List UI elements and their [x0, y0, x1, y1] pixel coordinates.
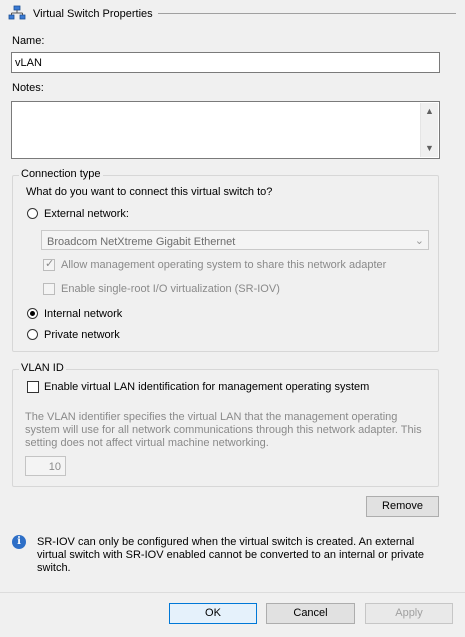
- notes-textarea[interactable]: ▲ ▼: [11, 101, 440, 159]
- info-line-3: switch.: [37, 562, 71, 574]
- footer-divider: [0, 592, 465, 593]
- vlan-description-line-2: system will use for all network communic…: [25, 424, 422, 436]
- info-icon: i: [12, 535, 26, 549]
- name-label: Name:: [12, 35, 45, 47]
- sriov-label[interactable]: Enable single-root I/O virtualization (S…: [61, 282, 280, 296]
- apply-button[interactable]: Apply: [365, 603, 453, 624]
- vlan-description-line-3: setting does not affect virtual machine …: [25, 437, 269, 449]
- name-input[interactable]: vLAN: [11, 52, 440, 73]
- cancel-button[interactable]: Cancel: [266, 603, 355, 624]
- vlan-id-value: 10: [48, 461, 61, 473]
- header-divider: [158, 13, 456, 14]
- private-network-radio[interactable]: [27, 329, 38, 340]
- external-network-radio[interactable]: [27, 208, 38, 219]
- remove-button[interactable]: Remove: [366, 496, 439, 517]
- allow-management-checkbox[interactable]: ✓: [43, 258, 55, 271]
- scroll-up-icon[interactable]: ▲: [421, 103, 438, 120]
- allow-management-label[interactable]: Allow management operating system to sha…: [61, 258, 386, 272]
- external-network-label[interactable]: External network:: [44, 207, 129, 221]
- adapter-dropdown[interactable]: Broadcom NetXtreme Gigabit Ethernet ⌄: [41, 230, 429, 250]
- info-line-2: virtual switch with SR-IOV enabled canno…: [37, 549, 425, 561]
- chevron-down-icon: ⌄: [414, 235, 424, 247]
- network-switch-icon: [8, 5, 26, 21]
- connection-type-legend: Connection type: [19, 167, 103, 181]
- vlan-id-legend: VLAN ID: [19, 361, 66, 375]
- enable-vlan-label[interactable]: Enable virtual LAN identification for ma…: [44, 380, 369, 394]
- name-input-value: vLAN: [15, 57, 42, 69]
- enable-vlan-checkbox[interactable]: [27, 381, 39, 393]
- connection-question: What do you want to connect this virtual…: [26, 186, 273, 198]
- ok-button[interactable]: OK: [169, 603, 257, 624]
- internal-network-radio[interactable]: [27, 308, 38, 319]
- checkmark-icon: ✓: [45, 258, 55, 270]
- sriov-checkbox[interactable]: [43, 283, 55, 295]
- page-title: Virtual Switch Properties: [33, 8, 153, 20]
- internal-network-label[interactable]: Internal network: [44, 307, 122, 321]
- notes-label: Notes:: [12, 82, 44, 94]
- adapter-dropdown-value: Broadcom NetXtreme Gigabit Ethernet: [47, 236, 236, 248]
- private-network-label[interactable]: Private network: [44, 328, 120, 342]
- vlan-description-line-1: The VLAN identifier specifies the virtua…: [25, 411, 398, 423]
- scroll-down-icon[interactable]: ▼: [421, 140, 438, 157]
- notes-scrollbar[interactable]: ▲ ▼: [420, 103, 438, 157]
- vlan-id-input[interactable]: 10: [25, 456, 66, 476]
- info-line-1: SR-IOV can only be configured when the v…: [37, 536, 415, 548]
